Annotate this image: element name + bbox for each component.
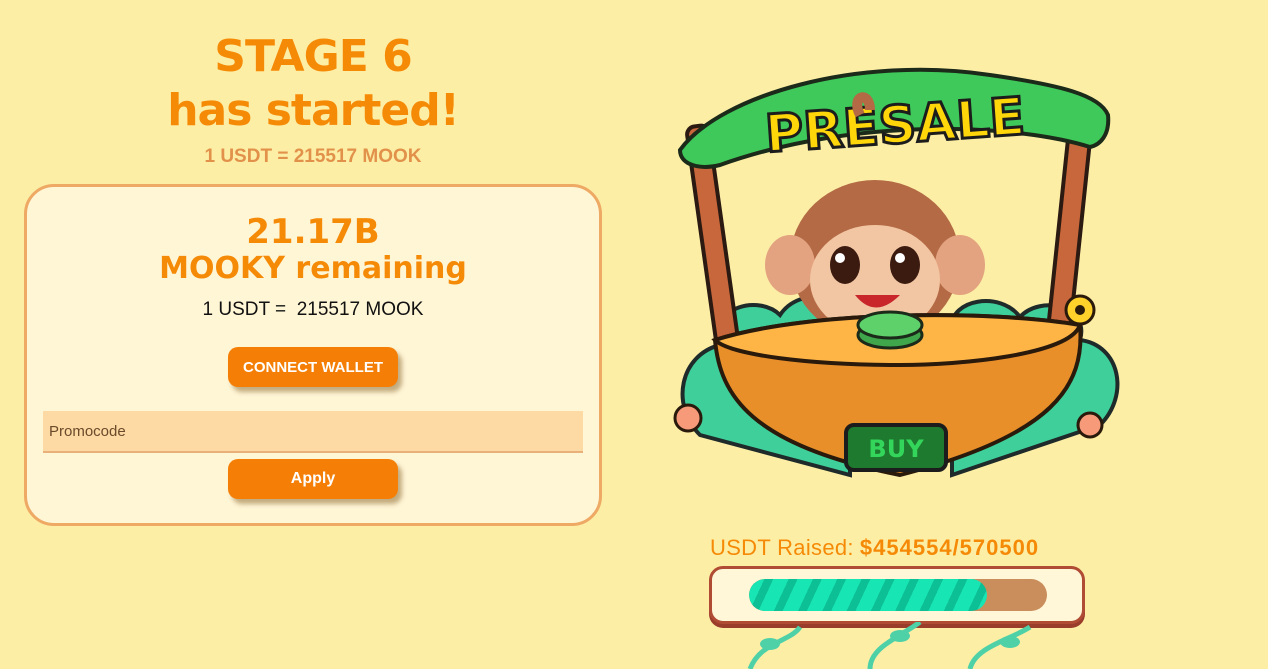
stage-number: STAGE 6 bbox=[214, 31, 412, 82]
usdt-raised: USDT Raised: $454554/570500 bbox=[710, 535, 1084, 561]
stage-status: has started! bbox=[167, 85, 460, 136]
progress-bar bbox=[709, 566, 1085, 624]
presale-panel: STAGE 6 has started! 1 USDT = 215517 MOO… bbox=[24, 30, 602, 526]
promocode-input[interactable] bbox=[43, 411, 583, 453]
remaining-label: MOOKY remaining bbox=[159, 251, 467, 286]
progress-fill bbox=[749, 579, 987, 611]
connect-wallet-button[interactable]: CONNECT WALLET bbox=[228, 347, 398, 387]
presale-mascot-illustration: PRESALE BUY bbox=[673, 67, 1120, 478]
progress-track bbox=[749, 579, 1047, 611]
rate-text: 1 USDT = 215517 MOOK bbox=[204, 146, 422, 167]
raised-value: $454554/570500 bbox=[859, 535, 1040, 560]
buy-card: 21.17B MOOKY remaining 1 USDT = 215517 M… bbox=[24, 184, 602, 526]
apply-button[interactable]: Apply bbox=[228, 459, 398, 499]
buy-sign-text: BUY bbox=[868, 435, 924, 463]
card-rate: 1 USDT = 215517 MOOK bbox=[202, 299, 424, 320]
raised-label: USDT Raised: bbox=[710, 535, 854, 560]
vine-decoration bbox=[747, 622, 1032, 669]
stage-title: STAGE 6 has started! bbox=[24, 30, 602, 138]
remaining-amount: 21.17B bbox=[246, 212, 380, 252]
